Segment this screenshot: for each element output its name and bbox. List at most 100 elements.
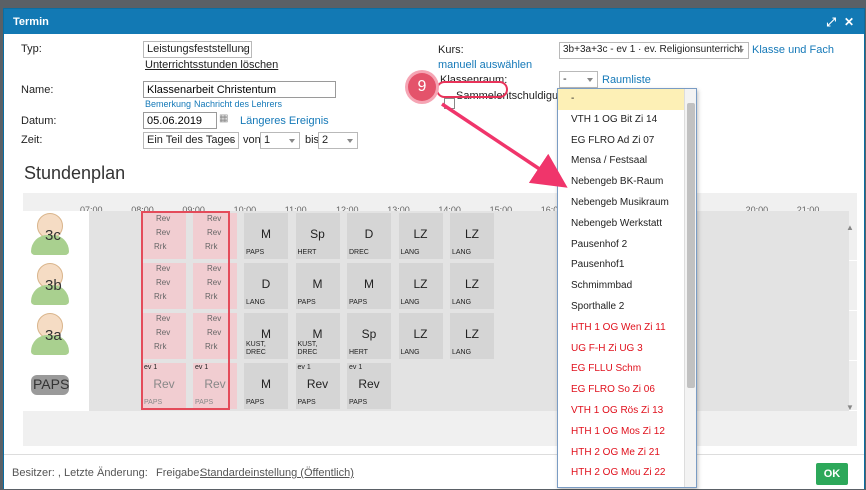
lesson-slot[interactable]: LZ LANG <box>398 263 443 309</box>
lesson-mini-entry: Rev <box>156 264 171 273</box>
dropdown-option[interactable]: HTH 1 OG Wen Zi 11 <box>558 318 696 339</box>
lesson-slot[interactable]: M PAPS <box>295 263 340 309</box>
lesson-mini-entry: Rev <box>156 328 171 337</box>
lesson-teacher: PAPS <box>195 399 214 406</box>
lesson-group: ev 1 <box>349 364 363 371</box>
lesson-slot[interactable]: LZ LANG <box>398 313 443 359</box>
bemerkung-link[interactable]: Bemerkung <box>145 99 191 109</box>
kurs-label: Kurs: <box>438 44 464 56</box>
dropdown-option[interactable]: UG F-H Zi UG 3 <box>558 339 696 360</box>
dropdown-option[interactable]: HTH 2 OG Me Zi 21 <box>558 443 696 464</box>
lesson-slot[interactable]: LZ LANG <box>450 263 494 309</box>
lesson-mini-entry: Rev <box>207 264 222 273</box>
lesson-slot[interactable]: D LANG <box>244 263 288 309</box>
lesson-slot-selected[interactable]: Rev Rev Rrk <box>193 213 237 259</box>
row-avatar: 3c <box>23 211 89 261</box>
ok-button[interactable]: OK <box>816 463 848 485</box>
dropdown-option[interactable]: Mensa / Festsaal <box>558 151 696 172</box>
lesson-slot[interactable]: D DREC <box>347 213 391 259</box>
dropdown-option[interactable]: Nebengeb BK-Raum <box>558 172 696 193</box>
nachricht-link[interactable]: Nachricht des Lehrers <box>194 99 282 109</box>
lesson-group: ev 1 <box>144 364 158 371</box>
dropdown-scrollbar[interactable] <box>684 89 696 487</box>
zeit-select[interactable]: Ein Teil des Tages <box>143 132 239 149</box>
kurs-select[interactable]: 3b+3a+3c - ev 1 · ev. Religionsunterrich… <box>559 42 749 59</box>
lesson-slot-selected[interactable]: Rev Rev Rrk <box>142 213 186 259</box>
dropdown-option[interactable]: Pausenhof1 <box>558 255 696 276</box>
lesson-slot[interactable]: M KUST, DREC <box>244 313 288 359</box>
lesson-mini-entry: Rev <box>156 228 171 237</box>
row-avatar: PAPS <box>23 361 89 411</box>
raumliste-link[interactable]: Raumliste <box>602 74 651 86</box>
close-icon[interactable]: ✕ <box>844 15 854 30</box>
dropdown-option[interactable]: EG FLRO Ad Zi 07 <box>558 131 696 152</box>
dropdown-option[interactable]: Sporthalle 2 <box>558 297 696 318</box>
expand-icon[interactable]: ⤢ <box>826 15 836 30</box>
grid-scrollbar[interactable]: ▲ ▼ <box>846 223 856 443</box>
lesson-slot[interactable]: Sp HERT <box>347 313 391 359</box>
laengeres-ereignis-link[interactable]: Längeres Ereignis <box>240 115 329 127</box>
lesson-mini-entry: Rev <box>207 314 222 323</box>
klassenraum-select[interactable]: - <box>559 71 598 88</box>
lesson-slot[interactable]: LZ LANG <box>398 213 443 259</box>
termin-dialog: Termin ⤢ ✕ Typ: Leistungsfeststellung Un… <box>3 8 865 489</box>
typ-select[interactable]: Leistungsfeststellung <box>143 41 252 58</box>
unterricht-loeschen-link[interactable]: Unterrichtsstunden löschen <box>145 59 278 71</box>
sammelentschuldigung-checkbox[interactable] <box>444 98 455 109</box>
lesson-subject: M <box>261 327 271 341</box>
dropdown-scroll-thumb[interactable] <box>687 103 695 388</box>
lesson-slot-selected[interactable]: ev 1 Rev PAPS <box>193 363 237 409</box>
lesson-slot-selected[interactable]: Rev Rev Rrk <box>193 313 237 359</box>
lesson-slot[interactable]: ev 1 Rev PAPS <box>347 363 391 409</box>
bis-label: bis <box>305 134 320 146</box>
dropdown-option[interactable]: Schmimmbad <box>558 276 696 297</box>
lesson-teacher: KUST, DREC <box>246 341 266 356</box>
lesson-mini-entry: Rev <box>207 214 222 223</box>
lesson-teacher: PAPS <box>349 399 368 406</box>
lesson-slot[interactable]: M KUST, DREC <box>295 313 340 359</box>
lesson-teacher: LANG <box>452 299 472 306</box>
lesson-subject: LZ <box>464 327 479 341</box>
dropdown-option[interactable]: Pausenhof 2 <box>558 235 696 256</box>
dropdown-option[interactable]: HTH 2 OG Mou Zi 22 <box>558 463 696 484</box>
datum-input[interactable] <box>143 112 217 129</box>
dropdown-option[interactable]: VTH 1 OG Rös Zi 13 <box>558 401 696 422</box>
freigabe-link[interactable]: Standardeinstellung (Öffentlich) <box>200 467 354 479</box>
lesson-mini-entry: Rrk <box>205 292 218 301</box>
lesson-slot-selected[interactable]: ev 1 Rev PAPS <box>142 363 186 409</box>
klasse-fach-link[interactable]: Klasse und Fach <box>752 44 834 56</box>
dropdown-option[interactable]: - <box>558 89 696 110</box>
lesson-slot[interactable]: ev 1 Rev PAPS <box>295 363 340 409</box>
lesson-slot-selected[interactable]: Rev Rev Rrk <box>193 263 237 309</box>
lesson-subject: Sp <box>310 227 325 241</box>
bis-select[interactable]: 2 <box>318 132 358 149</box>
lesson-slot-selected[interactable]: Rev Rev Rrk <box>142 313 186 359</box>
lesson-slot[interactable]: LZ LANG <box>450 213 494 259</box>
klassenraum-dropdown: - VTH 1 OG Bit Zi 14 EG FLRO Ad Zi 07 Mensa… <box>557 88 697 488</box>
dropdown-option[interactable]: EG FLRO So Zi 06 <box>558 380 696 401</box>
dropdown-option[interactable]: Nebengeb Werkstatt <box>558 214 696 235</box>
lesson-slot[interactable]: M PAPS <box>244 213 288 259</box>
lesson-slot[interactable]: M PAPS <box>347 263 391 309</box>
lesson-teacher: DREC <box>349 249 369 256</box>
lesson-slot[interactable]: M PAPS <box>244 363 288 409</box>
lesson-mini-entry: Rev <box>207 328 222 337</box>
lesson-teacher: PAPS <box>349 299 368 306</box>
dropdown-option[interactable]: VTH 1 OG Bit Zi 14 <box>558 110 696 131</box>
von-select[interactable]: 1 <box>260 132 300 149</box>
lesson-slot[interactable]: Sp HERT <box>295 213 340 259</box>
besitzer-text: Besitzer: , Letzte Änderung: <box>12 467 148 479</box>
dropdown-option[interactable]: Nebengeb Musikraum <box>558 193 696 214</box>
lesson-slot[interactable]: LZ LANG <box>450 313 494 359</box>
lesson-teacher: LANG <box>400 349 420 356</box>
lesson-subject: LZ <box>464 277 479 291</box>
calendar-icon[interactable]: ▦ <box>219 113 228 124</box>
lesson-teacher: PAPS <box>297 299 316 306</box>
name-input[interactable] <box>143 81 336 98</box>
manuell-auswaehlen-link[interactable]: manuell auswählen <box>438 59 532 71</box>
klassenraum-highlight <box>436 81 508 98</box>
lesson-slot-selected[interactable]: Rev Rev Rrk <box>142 263 186 309</box>
dropdown-option[interactable]: EG FLLU Schm <box>558 359 696 380</box>
dropdown-option[interactable]: HTH 1 OG Mos Zi 12 <box>558 422 696 443</box>
lesson-subject: LZ <box>413 227 428 241</box>
